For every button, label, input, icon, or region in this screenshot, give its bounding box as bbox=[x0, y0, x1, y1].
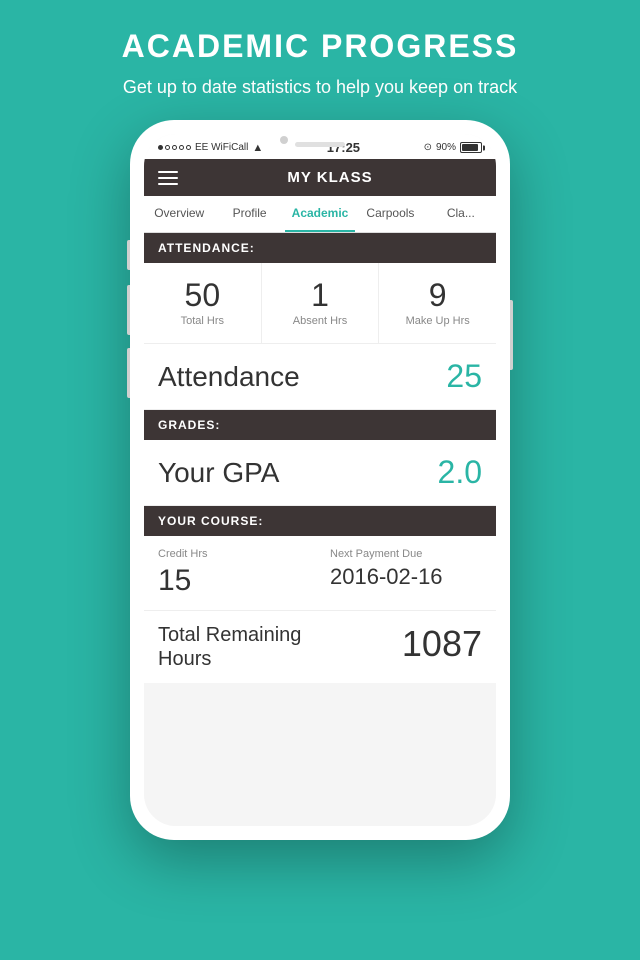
course-cols: Credit Hrs 15 Next Payment Due 2016-02-1… bbox=[158, 548, 482, 598]
page-title: ACADEMIC PROGRESS bbox=[122, 28, 519, 65]
course-col-payment: Next Payment Due 2016-02-16 bbox=[330, 548, 482, 598]
tab-carpools[interactable]: Carpools bbox=[355, 196, 425, 232]
page-subtitle: Get up to date statistics to help you ke… bbox=[122, 75, 519, 100]
grades-section-header: GRADES: bbox=[144, 410, 496, 440]
credit-hrs-label: Credit Hrs bbox=[158, 548, 310, 560]
app-navbar: MY KLASS bbox=[144, 159, 496, 196]
app-title: MY KLASS bbox=[178, 169, 482, 186]
signal-dots bbox=[158, 145, 191, 150]
dot2 bbox=[165, 145, 170, 150]
battery-percent: 90% bbox=[436, 142, 456, 153]
hamburger-menu[interactable] bbox=[158, 171, 178, 185]
stat-absent-hrs-label: Absent Hrs bbox=[270, 315, 371, 327]
battery-bar bbox=[460, 142, 482, 153]
gpa-label: Your GPA bbox=[158, 457, 279, 489]
gpa-row: Your GPA 2.0 bbox=[144, 440, 496, 506]
total-remaining-value: 1087 bbox=[402, 623, 482, 665]
status-battery: ⊙ 90% bbox=[424, 142, 482, 153]
stat-absent-hrs-value: 1 bbox=[270, 279, 371, 311]
hamburger-line1 bbox=[158, 171, 178, 173]
stat-total-hrs-label: Total Hrs bbox=[152, 315, 253, 327]
stat-makeup-hrs: 9 Make Up Hrs bbox=[379, 263, 496, 343]
attendance-score-label: Attendance bbox=[158, 361, 300, 393]
total-remaining-row: Total RemainingHours 1087 bbox=[144, 611, 496, 683]
dot1 bbox=[158, 145, 163, 150]
phone-screen: EE WiFiCall ▲ 17:25 ⊙ 90% bbox=[144, 134, 496, 826]
hamburger-line3 bbox=[158, 183, 178, 185]
stat-makeup-hrs-label: Make Up Hrs bbox=[387, 315, 488, 327]
stat-total-hrs: 50 Total Hrs bbox=[144, 263, 262, 343]
phone-button-mute bbox=[127, 240, 130, 270]
wifi-icon: ▲ bbox=[252, 142, 263, 154]
next-payment-label: Next Payment Due bbox=[330, 548, 482, 560]
stat-total-hrs-value: 50 bbox=[152, 279, 253, 311]
attendance-stats-row: 50 Total Hrs 1 Absent Hrs 9 Make Up Hrs bbox=[144, 263, 496, 344]
gpa-value: 2.0 bbox=[438, 454, 482, 491]
hamburger-line2 bbox=[158, 177, 178, 179]
dot5 bbox=[186, 145, 191, 150]
phone-button-vol-down bbox=[127, 348, 130, 398]
stat-makeup-hrs-value: 9 bbox=[387, 279, 488, 311]
phone-frame: EE WiFiCall ▲ 17:25 ⊙ 90% bbox=[130, 120, 510, 840]
tab-profile[interactable]: Profile bbox=[214, 196, 284, 232]
page-header: ACADEMIC PROGRESS Get up to date statist… bbox=[82, 0, 559, 120]
carrier-text: EE WiFiCall bbox=[195, 142, 248, 153]
battery-fill bbox=[462, 144, 478, 151]
next-payment-value: 2016-02-16 bbox=[330, 564, 482, 590]
total-remaining-label: Total RemainingHours bbox=[158, 623, 301, 671]
battery-icon: ⊙ bbox=[424, 142, 432, 153]
dot4 bbox=[179, 145, 184, 150]
attendance-section-header: ATTENDANCE: bbox=[144, 233, 496, 263]
course-section-header: YOUR COURSE: bbox=[144, 506, 496, 536]
attendance-score-value: 25 bbox=[446, 358, 482, 395]
course-row: Credit Hrs 15 Next Payment Due 2016-02-1… bbox=[144, 536, 496, 611]
phone-button-power bbox=[510, 300, 513, 370]
tabs-bar: Overview Profile Academic Carpools Cla..… bbox=[144, 196, 496, 233]
attendance-score-row: Attendance 25 bbox=[144, 344, 496, 410]
course-col-credit: Credit Hrs 15 bbox=[158, 548, 310, 598]
stat-absent-hrs: 1 Absent Hrs bbox=[262, 263, 380, 343]
tab-academic[interactable]: Academic bbox=[285, 196, 355, 232]
tab-overview[interactable]: Overview bbox=[144, 196, 214, 232]
credit-hrs-value: 15 bbox=[158, 564, 310, 598]
phone-button-vol-up bbox=[127, 285, 130, 335]
content-area: ATTENDANCE: 50 Total Hrs 1 Absent Hrs 9 … bbox=[144, 233, 496, 826]
tab-class[interactable]: Cla... bbox=[426, 196, 496, 232]
status-carrier: EE WiFiCall ▲ bbox=[158, 142, 263, 154]
phone-speaker bbox=[295, 142, 345, 147]
dot3 bbox=[172, 145, 177, 150]
